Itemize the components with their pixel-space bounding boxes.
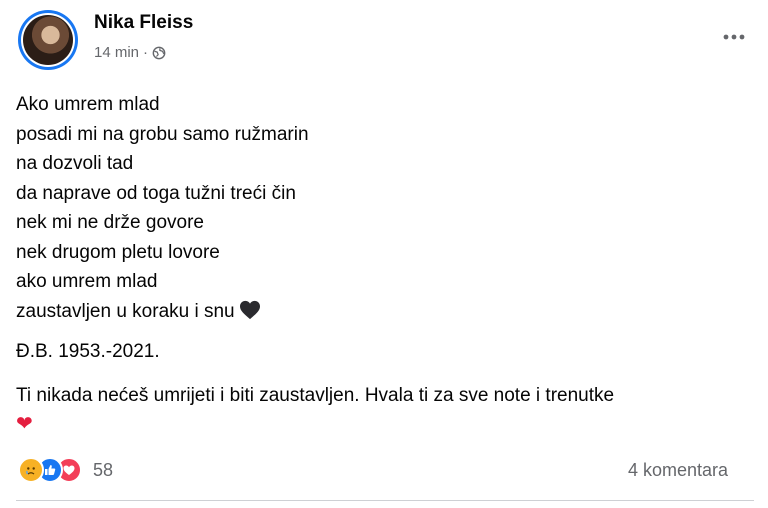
more-options-icon[interactable]	[716, 22, 752, 52]
poem-line: zaustavljen u koraku i snu	[16, 300, 235, 322]
comments-count-link[interactable]: 4 komentara	[628, 460, 728, 481]
sad-reaction-icon	[18, 457, 44, 483]
poem-line: posadi mi na grobu samo ružmarin	[16, 123, 309, 145]
meta-separator: ·	[143, 44, 149, 61]
avatar-ring	[21, 13, 75, 67]
signature-text: Đ.B. 1953.-2021.	[16, 341, 160, 362]
facebook-post: Nika Fleiss 14 min · Ako umrem mlad posa…	[0, 0, 768, 508]
black-heart-icon	[239, 300, 260, 319]
reaction-count[interactable]: 58	[93, 460, 113, 481]
divider	[16, 500, 754, 501]
poem-line: Ako umrem mlad	[16, 94, 160, 115]
poem-line: nek mi ne drže govore	[16, 212, 204, 233]
avatar[interactable]	[18, 10, 78, 70]
poem-line: ako umrem mlad	[16, 271, 158, 292]
reactions-summary[interactable]: 58	[18, 457, 113, 483]
poem-line: nek drugom pletu lovore	[16, 241, 220, 263]
tribute-text: Ti nikada nećeš umrijeti i biti zaustavl…	[16, 385, 615, 406]
avatar-image	[23, 15, 73, 65]
poem-line-last: zaustavljen u koraku i snu	[16, 297, 756, 327]
author-name[interactable]: Nika Fleiss	[94, 12, 193, 34]
post-meta: 14 min ·	[94, 44, 166, 61]
red-heart-icon: ❤	[16, 413, 33, 435]
poem-line: na dozvoli tad	[16, 153, 134, 174]
globe-icon[interactable]	[152, 46, 166, 60]
post-time[interactable]: 14 min	[94, 44, 139, 61]
post-text: Ako umrem mlad posadi mi na grobu samo r…	[16, 90, 756, 326]
poem-line: da naprave od toga tužni treći čin	[16, 182, 296, 204]
tribute-text-block: Ti nikada nećeš umrijeti i biti zaustavl…	[16, 381, 766, 439]
